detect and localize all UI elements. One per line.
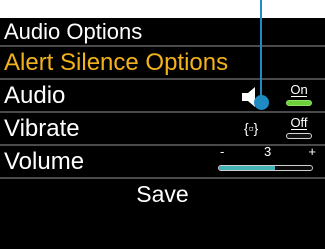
volume-track (218, 165, 313, 171)
volume-max-label: + (308, 144, 316, 159)
vibrate-icon: {▫} (244, 120, 259, 136)
volume-slider[interactable]: - 3 + (218, 144, 318, 177)
audio-options-screen: Audio Options Alert Silence Options Audi… (0, 18, 325, 249)
volume-min-label: - (220, 144, 225, 159)
audio-toggle[interactable]: On (286, 83, 312, 109)
menu-item-volume[interactable]: Volume - 3 + (0, 144, 325, 179)
volume-fill (219, 166, 275, 170)
callout-pointer-dot (254, 95, 269, 110)
toggle-state-label: Off (286, 116, 312, 130)
save-label: Save (136, 181, 189, 207)
menu-item-label: Volume (4, 148, 85, 175)
menu-item-label: Vibrate (4, 115, 80, 142)
menu-item-vibrate[interactable]: Vibrate {▫} Off (0, 113, 325, 146)
toggle-bar (286, 100, 312, 106)
toggle-state-label: On (286, 83, 312, 97)
menu-item-label: Alert Silence Options (4, 49, 229, 76)
page-title: Audio Options (0, 18, 325, 47)
menu-item-alert-silence-options[interactable]: Alert Silence Options (0, 47, 325, 80)
menu-item-label: Audio (4, 82, 66, 109)
save-button[interactable]: Save (0, 179, 325, 210)
menu-item-audio[interactable]: Audio On (0, 80, 325, 113)
volume-value: 3 (264, 144, 272, 159)
callout-pointer-line (260, 0, 262, 98)
